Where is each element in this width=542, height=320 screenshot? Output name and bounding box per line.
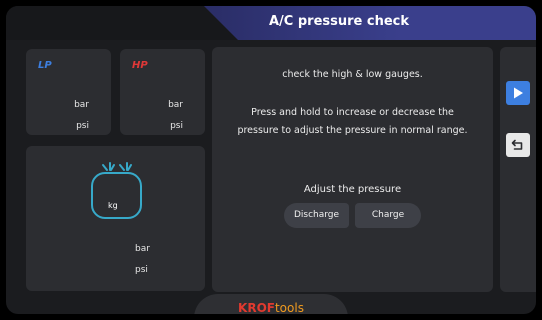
brand-logo: KROFtools <box>194 301 348 314</box>
brand-part-2: tools <box>274 301 304 314</box>
low-pressure-gauge: LP bar psi <box>26 49 111 135</box>
play-button[interactable] <box>506 81 530 105</box>
instructions-panel: check the high & low gauges. Press and h… <box>212 47 493 292</box>
hp-psi-unit: psi <box>170 121 183 131</box>
brand-part-1: KROF <box>238 301 275 314</box>
hp-bar-unit: bar <box>168 100 183 110</box>
adjust-label: Adjust the pressure <box>303 184 402 195</box>
return-button[interactable] <box>506 133 530 157</box>
discharge-button[interactable]: Discharge <box>284 203 349 228</box>
tank-kg-unit: kg <box>108 201 118 210</box>
footer-brand: KROFtools <box>194 294 348 314</box>
lp-bar-unit: bar <box>74 100 89 110</box>
return-icon <box>511 139 523 150</box>
refrigerant-tank-panel: kg bar psi <box>26 146 205 291</box>
refrigerant-tank-icon <box>91 162 142 219</box>
hp-label: HP <box>132 60 148 71</box>
play-icon <box>514 87 523 99</box>
lp-psi-unit: psi <box>76 121 89 131</box>
side-toolbar <box>500 47 536 292</box>
high-pressure-gauge: HP bar psi <box>120 49 205 135</box>
charge-button[interactable]: Charge <box>355 203 421 228</box>
instruction-line-2: Press and hold to increase or decrease t… <box>237 107 468 136</box>
lp-label: LP <box>38 60 52 71</box>
instruction-line-1: check the high & low gauges. <box>282 69 423 80</box>
screen: A/C pressure check LP bar psi HP bar psi… <box>6 6 536 314</box>
tank-psi-unit: psi <box>135 265 148 275</box>
page-title: A/C pressure check <box>268 14 410 29</box>
tank-bar-unit: bar <box>135 244 150 254</box>
